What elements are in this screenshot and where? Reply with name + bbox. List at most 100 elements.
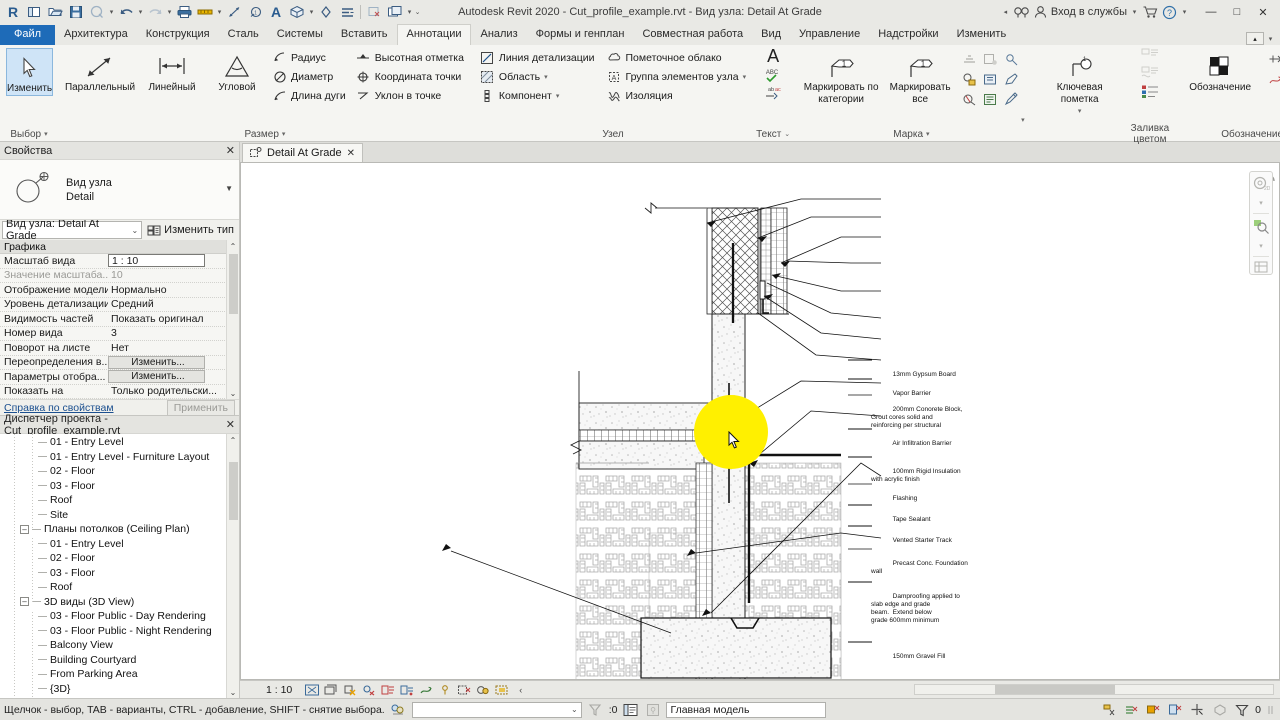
property-row-view-scale[interactable]: Масштаб вида 1 : 10 bbox=[0, 254, 239, 269]
title-collapse-icon[interactable]: ◂ bbox=[1002, 8, 1009, 16]
property-value[interactable]: Средний bbox=[108, 298, 239, 310]
multi-category-tag-icon[interactable] bbox=[982, 51, 999, 68]
project-browser-scrollbar[interactable]: ⌃ ⌄ bbox=[226, 434, 239, 698]
steering-wheel-icon[interactable]: 2D bbox=[1252, 175, 1270, 193]
find-replace-icon[interactable]: ab ac bbox=[763, 84, 783, 100]
tree-item-balcony-view[interactable]: Balcony View bbox=[0, 638, 239, 653]
path-of-travel-icon[interactable] bbox=[1267, 71, 1280, 88]
collapse-expander-icon[interactable]: – bbox=[20, 524, 29, 534]
region-dropdown-icon[interactable]: ▾ bbox=[544, 73, 548, 81]
scroll-up-icon[interactable]: ⌃ bbox=[227, 434, 239, 446]
open-icon[interactable] bbox=[45, 2, 65, 22]
tab-insert[interactable]: Вставить bbox=[332, 25, 397, 45]
property-row-parts-visibility[interactable]: Видимость частей Показать оригинал bbox=[0, 312, 239, 327]
active-workset-selector[interactable]: Главная модель bbox=[666, 701, 827, 718]
properties-section-graphics[interactable]: Графика ⌃ bbox=[0, 240, 239, 254]
tag-options-icon[interactable] bbox=[1003, 91, 1020, 108]
user-account-icon[interactable] bbox=[1034, 5, 1047, 19]
panel-text-dialog-launcher-icon[interactable]: ⌄ bbox=[784, 130, 790, 138]
keynote-dropdown-icon[interactable]: ▾ bbox=[1078, 106, 1082, 118]
dimension-arc-length-button[interactable]: Длина дуги bbox=[270, 86, 348, 105]
switch-windows-icon[interactable] bbox=[385, 2, 405, 22]
tree-item-01-entry-level[interactable]: 01 - Entry Level bbox=[0, 435, 239, 450]
horizontal-scrollbar[interactable] bbox=[914, 684, 1274, 695]
maximize-button[interactable]: □ bbox=[1224, 1, 1250, 23]
color-fill-legend-icon[interactable] bbox=[1140, 83, 1160, 100]
select-underlay-elements-icon[interactable] bbox=[1123, 701, 1140, 718]
tag-pad-dropdown-icon[interactable]: ▾ bbox=[1021, 116, 1025, 124]
property-row-rotation-on-sheet[interactable]: Поворот на листе Нет bbox=[0, 341, 239, 356]
property-value[interactable]: Только родительски... bbox=[108, 385, 239, 397]
steering-wheel-dropdown-icon[interactable]: ▾ bbox=[1252, 196, 1270, 210]
undo-icon[interactable] bbox=[116, 2, 136, 22]
dimension-diameter-button[interactable]: Диаметр bbox=[270, 67, 348, 86]
project-browser-close-icon[interactable]: ✕ bbox=[226, 418, 235, 431]
tab-analyze[interactable]: Анализ bbox=[471, 25, 526, 45]
scroll-up-icon[interactable]: ⌃ bbox=[227, 240, 239, 252]
lock-3d-view-icon[interactable] bbox=[456, 682, 471, 697]
dimension-angular-button[interactable]: Угловой bbox=[208, 48, 266, 94]
collapse-expander-icon[interactable]: – bbox=[20, 597, 29, 607]
scroll-down-icon[interactable]: ⌄ bbox=[227, 686, 239, 698]
navbar-options-icon[interactable] bbox=[1252, 260, 1270, 274]
property-value[interactable]: Нет bbox=[108, 342, 239, 354]
tab-manage[interactable]: Управление bbox=[790, 25, 869, 45]
tree-item-roof[interactable]: Roof bbox=[0, 493, 239, 508]
view-tab-close-icon[interactable]: ✕ bbox=[347, 148, 355, 159]
resize-grip-icon[interactable] bbox=[1266, 704, 1276, 716]
dimension-linear-button[interactable]: Линейный bbox=[136, 48, 208, 94]
editing-request-icon[interactable]: ⚲ bbox=[644, 701, 661, 718]
room-tag-icon[interactable] bbox=[982, 71, 999, 88]
spell-check-icon[interactable]: ABC bbox=[763, 67, 783, 83]
tree-group-3d-views[interactable]: – 3D виды (3D View) bbox=[0, 595, 239, 610]
tab-architecture[interactable]: Архитектура bbox=[55, 25, 137, 45]
property-row-visibility-overrides[interactable]: Переопределения в... Изменить... bbox=[0, 355, 239, 370]
property-row-display-in[interactable]: Показать на Только родительски... bbox=[0, 385, 239, 399]
tab-massing-site[interactable]: Формы и генплан bbox=[527, 25, 634, 45]
measure-icon[interactable] bbox=[195, 2, 215, 22]
crop-view-icon[interactable] bbox=[418, 682, 433, 697]
tree-item-ceiling-roof[interactable]: Roof bbox=[0, 580, 239, 595]
view-scale-label[interactable]: 1 : 10 bbox=[246, 684, 300, 696]
default-3d-view-icon[interactable] bbox=[287, 2, 307, 22]
help-dropdown-icon[interactable]: ▾ bbox=[1181, 8, 1188, 16]
panel-tag-caret-icon[interactable]: ▾ bbox=[926, 130, 930, 138]
tree-item-03-floor[interactable]: 03 - Floor bbox=[0, 479, 239, 494]
property-value[interactable]: Нормально bbox=[108, 284, 239, 296]
spot-coordinate-button[interactable]: Координата точки bbox=[354, 67, 466, 86]
tab-view[interactable]: Вид bbox=[752, 25, 790, 45]
tab-collaborate[interactable]: Совместная работа bbox=[633, 25, 752, 45]
scroll-down-icon[interactable]: ⌄ bbox=[227, 387, 239, 399]
property-value[interactable]: 3 bbox=[108, 327, 239, 339]
insulation-button[interactable]: Изоляция bbox=[604, 86, 748, 105]
spot-elevation-button[interactable]: Высотная отметка bbox=[354, 48, 466, 67]
constraints-icon[interactable]: ‹ bbox=[513, 682, 528, 697]
sign-in-label[interactable]: Вход в службы bbox=[1051, 6, 1127, 18]
design-option-selector[interactable]: ⌄ bbox=[411, 701, 582, 718]
property-row-detail-level[interactable]: Уровень детализации Средний bbox=[0, 298, 239, 312]
pipe-legend-icon[interactable] bbox=[1140, 47, 1160, 64]
tree-item-night-rendering[interactable]: 03 - Floor Public - Night Rendering bbox=[0, 624, 239, 639]
revit-logo-icon[interactable]: R bbox=[3, 2, 23, 22]
edit-type-button[interactable]: Изменить тип bbox=[144, 224, 237, 237]
material-tag-icon[interactable] bbox=[1003, 51, 1020, 68]
visual-style-icon[interactable] bbox=[342, 682, 357, 697]
text-icon[interactable]: A bbox=[767, 47, 779, 66]
view-tab-detail-at-grade[interactable]: Detail At Grade ✕ bbox=[242, 143, 363, 162]
filter-icon[interactable] bbox=[1233, 701, 1250, 718]
properties-close-icon[interactable]: ✕ bbox=[226, 144, 235, 157]
property-value-edit-button[interactable]: Изменить... bbox=[108, 370, 205, 384]
close-button[interactable]: ✕ bbox=[1250, 1, 1276, 23]
minimize-button[interactable]: — bbox=[1198, 1, 1224, 23]
new-project-icon[interactable] bbox=[24, 2, 44, 22]
no-filter-icon[interactable] bbox=[1211, 701, 1228, 718]
sun-path-icon[interactable] bbox=[361, 682, 376, 697]
property-type-preview[interactable]: Вид узла Detail ▼ bbox=[0, 160, 239, 220]
help-icon[interactable]: ? bbox=[1162, 5, 1177, 20]
measure-dropdown-icon[interactable]: ▾ bbox=[216, 8, 223, 16]
tree-group-ceiling-plans[interactable]: – Планы потолков (Ceiling Plan) bbox=[0, 522, 239, 537]
zoom-dropdown-icon[interactable]: ▾ bbox=[1252, 238, 1270, 252]
drawing-canvas-wrapper[interactable]: 13mm Gypsum Board Vapor Barrier 200mm Co… bbox=[240, 162, 1280, 680]
tab-addins[interactable]: Надстройки bbox=[869, 25, 947, 45]
detail-line-button[interactable]: Линия детализации bbox=[478, 48, 597, 67]
